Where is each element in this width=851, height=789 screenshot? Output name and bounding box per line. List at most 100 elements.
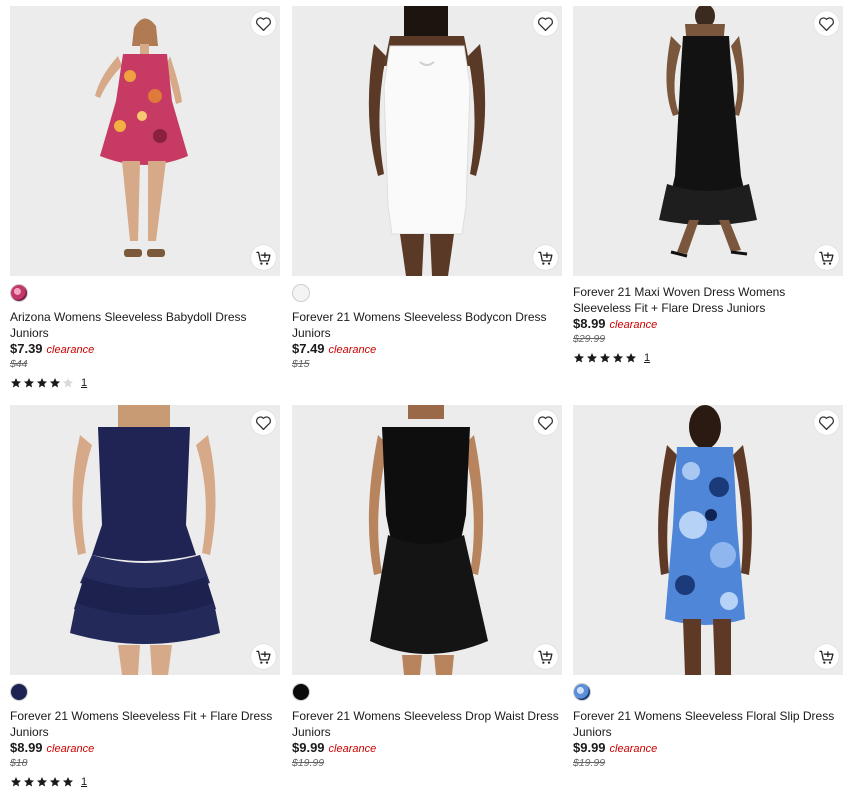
star-icon xyxy=(37,777,47,787)
product-image[interactable] xyxy=(292,6,562,276)
cart-plus-icon xyxy=(819,251,834,265)
favorite-button[interactable] xyxy=(533,11,558,36)
product-grid: Arizona Womens Sleeveless Babydoll Dress… xyxy=(0,0,851,789)
heart-outline-icon xyxy=(255,16,272,31)
clearance-badge: clearance xyxy=(46,344,95,356)
price-row: $9.99 clearance xyxy=(292,740,562,756)
sale-price: $8.99 xyxy=(10,740,43,755)
star-icon xyxy=(24,777,34,787)
product-image[interactable] xyxy=(573,405,843,675)
swatch-row xyxy=(573,681,843,703)
price-row: $7.39 clearance xyxy=(10,341,280,357)
favorite-button[interactable] xyxy=(251,11,276,36)
product-title[interactable]: Arizona Womens Sleeveless Babydoll Dress… xyxy=(10,309,280,341)
star-icon xyxy=(63,378,73,388)
product-image[interactable] xyxy=(10,6,280,276)
cart-plus-icon xyxy=(256,650,271,664)
rating-row[interactable]: 1 xyxy=(10,774,280,789)
product-photo xyxy=(10,405,280,675)
sale-price: $7.39 xyxy=(10,341,43,356)
original-price: $19.99 xyxy=(292,757,325,769)
heart-outline-icon xyxy=(818,415,835,430)
original-price: $44 xyxy=(10,358,28,370)
product-photo xyxy=(292,405,562,675)
rating-row[interactable]: 1 xyxy=(573,350,843,366)
price-row: $8.99 clearance xyxy=(10,740,280,756)
add-to-cart-button[interactable] xyxy=(251,644,276,669)
sale-price: $9.99 xyxy=(573,740,606,755)
star-icon xyxy=(63,777,73,787)
clearance-badge: clearance xyxy=(609,743,658,755)
add-to-cart-button[interactable] xyxy=(814,644,839,669)
cart-plus-icon xyxy=(538,251,553,265)
product-title[interactable]: Forever 21 Womens Sleeveless Fit + Flare… xyxy=(10,708,280,740)
review-count-link[interactable]: 1 xyxy=(81,776,87,788)
add-to-cart-button[interactable] xyxy=(251,245,276,270)
clearance-badge: clearance xyxy=(609,319,658,331)
product-image[interactable] xyxy=(292,405,562,675)
star-icon xyxy=(587,353,597,363)
star-icon xyxy=(574,353,584,363)
product-title[interactable]: Forever 21 Womens Sleeveless Bodycon Dre… xyxy=(292,309,562,341)
heart-outline-icon xyxy=(255,415,272,430)
price-row: $7.49 clearance xyxy=(292,341,562,357)
product-photo xyxy=(573,6,843,276)
original-price: $29.99 xyxy=(573,333,606,345)
rating-row[interactable]: 1 xyxy=(10,375,280,391)
color-swatch[interactable] xyxy=(573,683,591,701)
color-swatch[interactable] xyxy=(292,683,310,701)
product-photo xyxy=(292,6,562,276)
original-price: $18 xyxy=(10,757,28,769)
product-card[interactable]: Arizona Womens Sleeveless Babydoll Dress… xyxy=(10,6,280,391)
swatch-row xyxy=(292,282,562,304)
star-icon xyxy=(613,353,623,363)
clearance-badge: clearance xyxy=(328,344,377,356)
add-to-cart-button[interactable] xyxy=(814,245,839,270)
cart-plus-icon xyxy=(538,650,553,664)
product-title[interactable]: Forever 21 Womens Sleeveless Drop Waist … xyxy=(292,708,562,740)
product-card[interactable]: Forever 21 Womens Sleeveless Fit + Flare… xyxy=(10,405,280,789)
star-icon xyxy=(50,378,60,388)
favorite-button[interactable] xyxy=(251,410,276,435)
sale-price: $9.99 xyxy=(292,740,325,755)
star-icon xyxy=(11,777,21,787)
star-icon xyxy=(600,353,610,363)
cart-plus-icon xyxy=(256,251,271,265)
product-photo xyxy=(573,405,843,675)
add-to-cart-button[interactable] xyxy=(533,245,558,270)
favorite-button[interactable] xyxy=(814,11,839,36)
product-title[interactable]: Forever 21 Maxi Woven Dress Womens Sleev… xyxy=(573,284,843,316)
star-rating xyxy=(10,377,75,389)
sale-price: $7.49 xyxy=(292,341,325,356)
star-icon xyxy=(11,378,21,388)
star-icon xyxy=(626,353,636,363)
add-to-cart-button[interactable] xyxy=(533,644,558,669)
product-card[interactable]: Forever 21 Maxi Woven Dress Womens Sleev… xyxy=(573,6,843,366)
product-photo xyxy=(10,6,280,276)
product-card[interactable]: Forever 21 Womens Sleeveless Drop Waist … xyxy=(292,405,562,770)
heart-outline-icon xyxy=(537,16,554,31)
review-count-link[interactable]: 1 xyxy=(644,352,650,364)
sale-price: $8.99 xyxy=(573,316,606,331)
review-count-link[interactable]: 1 xyxy=(81,377,87,389)
product-card[interactable]: Forever 21 Womens Sleeveless Floral Slip… xyxy=(573,405,843,770)
heart-outline-icon xyxy=(818,16,835,31)
product-image[interactable] xyxy=(10,405,280,675)
star-rating xyxy=(10,776,75,788)
color-swatch[interactable] xyxy=(10,284,28,302)
color-swatch[interactable] xyxy=(292,284,310,302)
clearance-badge: clearance xyxy=(328,743,377,755)
star-icon xyxy=(37,378,47,388)
price-row: $8.99 clearance xyxy=(573,316,843,332)
color-swatch[interactable] xyxy=(10,683,28,701)
product-title[interactable]: Forever 21 Womens Sleeveless Floral Slip… xyxy=(573,708,843,740)
favorite-button[interactable] xyxy=(814,410,839,435)
product-image[interactable] xyxy=(573,6,843,276)
original-price: $19.99 xyxy=(573,757,606,769)
favorite-button[interactable] xyxy=(533,410,558,435)
original-price: $15 xyxy=(292,358,310,370)
product-card[interactable]: Forever 21 Womens Sleeveless Bodycon Dre… xyxy=(292,6,562,371)
star-icon xyxy=(24,378,34,388)
heart-outline-icon xyxy=(537,415,554,430)
cart-plus-icon xyxy=(819,650,834,664)
